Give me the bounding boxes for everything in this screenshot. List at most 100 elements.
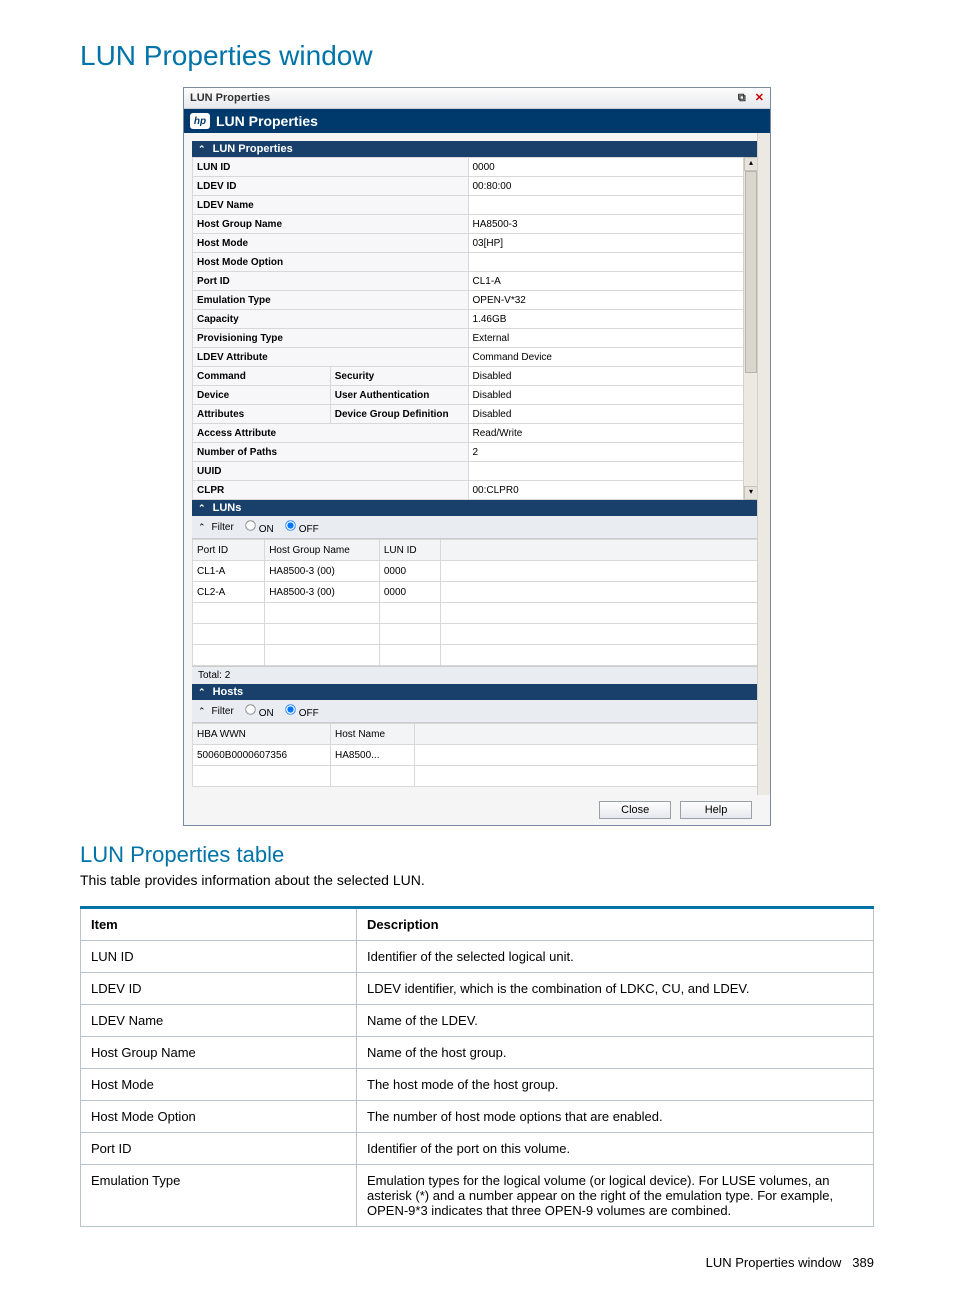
desc-col-item: Item: [81, 908, 357, 941]
chevron-up-icon: ⌃: [198, 706, 206, 717]
prop-label: UUID: [193, 462, 469, 481]
scroll-thumb[interactable]: [745, 171, 757, 373]
col-header[interactable]: Host Name: [331, 724, 415, 745]
prop-label: Host Mode: [193, 234, 469, 253]
col-header[interactable]: Port ID: [193, 540, 265, 561]
section-header-properties[interactable]: ⌃ LUN Properties: [192, 141, 758, 157]
prop-value: [468, 462, 744, 481]
table-row: CLPR00:CLPR0: [193, 481, 744, 500]
table-header-row: Port IDHost Group NameLUN ID: [193, 540, 758, 561]
cell-spacer: [441, 561, 758, 582]
scrollbar[interactable]: ▴ ▾: [743, 157, 758, 500]
cell-empty: [379, 624, 441, 645]
chevron-up-icon: ⌃: [198, 503, 206, 513]
table-row-empty: [193, 624, 758, 645]
help-button[interactable]: Help: [680, 801, 752, 819]
cell: 50060B0000607356: [193, 745, 331, 766]
desc-item: LDEV ID: [81, 973, 357, 1005]
table-row[interactable]: CL1-AHA8500-3 (00)0000: [193, 561, 758, 582]
cell: 0000: [379, 582, 441, 603]
prop-label: Access Attribute: [193, 424, 469, 443]
section-header-hosts[interactable]: ⌃ Hosts: [192, 684, 758, 700]
table-row: UUID: [193, 462, 744, 481]
desc-item: Host Group Name: [81, 1037, 357, 1069]
prop-sublabel: User Authentication: [330, 386, 468, 405]
col-header[interactable]: LUN ID: [379, 540, 441, 561]
content-area: ⌃ LUN Properties LUN ID0000LDEV ID00:80:…: [184, 133, 770, 795]
cell: 0000: [379, 561, 441, 582]
filter-off-text: OFF: [299, 524, 319, 535]
cell-empty: [265, 624, 380, 645]
scroll-up-icon[interactable]: ▴: [744, 157, 758, 171]
cell-spacer: [441, 582, 758, 603]
table-header-row: HBA WWNHost Name: [193, 724, 758, 745]
prop-label: Host Mode Option: [193, 253, 469, 272]
scroll-down-icon[interactable]: ▾: [744, 486, 758, 500]
section-header-luns[interactable]: ⌃ LUNs: [192, 500, 758, 516]
table-row: Emulation TypeOPEN-V*32: [193, 291, 744, 310]
table-row[interactable]: 50060B0000607356HA8500...: [193, 745, 758, 766]
luns-total-row: Total: 2: [192, 666, 758, 684]
table-row: LUN IDIdentifier of the selected logical…: [81, 941, 874, 973]
restore-icon[interactable]: ⧉: [738, 92, 746, 104]
luns-filter-row: ⌃ Filter ON OFF: [192, 516, 758, 539]
page-footer: LUN Properties window 389: [80, 1255, 874, 1270]
chevron-up-icon: ⌃: [198, 522, 206, 533]
filter-on-radio[interactable]: [245, 704, 255, 714]
cell-empty: [193, 645, 265, 666]
table-row: Number of Paths2: [193, 443, 744, 462]
desc-text: Identifier of the port on this volume.: [357, 1133, 874, 1165]
table-row: Host Group NameName of the host group.: [81, 1037, 874, 1069]
filter-on-option[interactable]: ON: [240, 703, 274, 719]
filter-off-radio[interactable]: [285, 704, 295, 714]
prop-sublabel: Security: [330, 367, 468, 386]
table-row: Port IDCL1-A: [193, 272, 744, 291]
page-number: 389: [852, 1255, 874, 1270]
filter-off-option[interactable]: OFF: [280, 703, 319, 719]
prop-value: Read/Write: [468, 424, 744, 443]
cell-empty: [441, 624, 758, 645]
close-icon[interactable]: ✕: [755, 92, 764, 104]
table-row: AttributesDevice Group DefinitionDisable…: [193, 405, 744, 424]
filter-off-radio[interactable]: [285, 520, 295, 530]
prop-value: 00:80:00: [468, 177, 744, 196]
prop-value: CL1-A: [468, 272, 744, 291]
cell: CL2-A: [193, 582, 265, 603]
prop-value: 03[HP]: [468, 234, 744, 253]
filter-off-option[interactable]: OFF: [280, 519, 319, 535]
col-header[interactable]: Host Group Name: [265, 540, 380, 561]
screenshot-window: LUN Properties ⧉ ✕ hp LUN Properties ⌃ L…: [183, 87, 771, 826]
prop-value: 1.46GB: [468, 310, 744, 329]
filter-on-option[interactable]: ON: [240, 519, 274, 535]
filter-on-radio[interactable]: [245, 520, 255, 530]
cell-empty: [379, 645, 441, 666]
cell-empty: [265, 645, 380, 666]
desc-text: Name of the host group.: [357, 1037, 874, 1069]
properties-table: LUN ID0000LDEV ID00:80:00LDEV NameHost G…: [192, 157, 744, 500]
filter-label: Filter: [212, 522, 234, 533]
filter-off-text: OFF: [299, 708, 319, 719]
cell-empty: [193, 766, 331, 787]
table-row: DeviceUser AuthenticationDisabled: [193, 386, 744, 405]
table-row: Emulation TypeEmulation types for the lo…: [81, 1165, 874, 1227]
intro-text: This table provides information about th…: [80, 872, 874, 888]
table-row: LUN ID0000: [193, 158, 744, 177]
col-header[interactable]: HBA WWN: [193, 724, 331, 745]
prop-sublabel: Device Group Definition: [330, 405, 468, 424]
table-row[interactable]: CL2-AHA8500-3 (00)0000: [193, 582, 758, 603]
window-subheader: hp LUN Properties: [184, 109, 770, 133]
table-row: LDEV IDLDEV identifier, which is the com…: [81, 973, 874, 1005]
chevron-up-icon: ⌃: [198, 144, 206, 154]
close-button[interactable]: Close: [599, 801, 671, 819]
prop-label: Number of Paths: [193, 443, 469, 462]
prop-label: CLPR: [193, 481, 469, 500]
table-row: Host Mode Option: [193, 253, 744, 272]
col-spacer: [415, 724, 758, 745]
prop-label: Attributes: [193, 405, 331, 424]
desc-item: LUN ID: [81, 941, 357, 973]
prop-value: [468, 196, 744, 215]
table-row: LDEV NameName of the LDEV.: [81, 1005, 874, 1037]
desc-item: Host Mode: [81, 1069, 357, 1101]
desc-item: Emulation Type: [81, 1165, 357, 1227]
table-row: Capacity1.46GB: [193, 310, 744, 329]
